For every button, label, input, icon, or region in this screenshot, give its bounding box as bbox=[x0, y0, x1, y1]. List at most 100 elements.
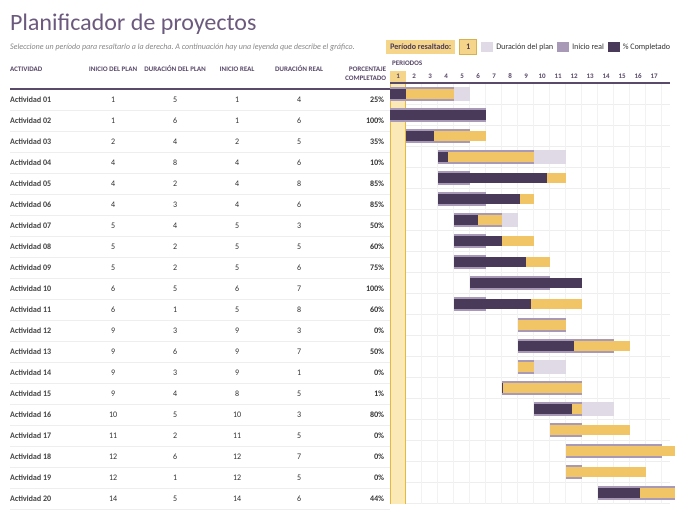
cell-plan-dur[interactable]: 3 bbox=[144, 200, 206, 210]
cell-real-dur[interactable]: 6 bbox=[268, 263, 330, 273]
cell-real-start[interactable]: 9 bbox=[206, 347, 268, 357]
cell-plan-dur[interactable]: 4 bbox=[144, 221, 206, 231]
cell-pct[interactable]: 0% bbox=[330, 452, 390, 462]
cell-real-dur[interactable]: 6 bbox=[268, 200, 330, 210]
cell-plan-start[interactable]: 1 bbox=[82, 116, 144, 126]
cell-pct[interactable]: 50% bbox=[330, 221, 390, 231]
table-row[interactable]: Actividad 021616100% bbox=[10, 111, 390, 132]
cell-real-dur[interactable]: 7 bbox=[268, 284, 330, 294]
cell-real-start[interactable]: 8 bbox=[206, 389, 268, 399]
cell-real-start[interactable]: 10 bbox=[206, 410, 268, 420]
cell-plan-dur[interactable]: 6 bbox=[144, 116, 206, 126]
cell-real-start[interactable]: 5 bbox=[206, 221, 268, 231]
cell-pct[interactable]: 100% bbox=[330, 116, 390, 126]
cell-plan-dur[interactable]: 4 bbox=[144, 389, 206, 399]
table-row[interactable]: Actividad 11615860% bbox=[10, 300, 390, 321]
cell-pct[interactable]: 60% bbox=[330, 242, 390, 252]
period-header-2[interactable]: 2 bbox=[406, 71, 422, 82]
period-header-13[interactable]: 13 bbox=[582, 71, 598, 82]
cell-real-dur[interactable]: 6 bbox=[268, 494, 330, 504]
cell-pct[interactable]: 100% bbox=[330, 284, 390, 294]
table-row[interactable]: Actividad 1493910% bbox=[10, 363, 390, 384]
period-header-14[interactable]: 14 bbox=[598, 71, 614, 82]
cell-real-start[interactable]: 5 bbox=[206, 263, 268, 273]
cell-plan-start[interactable]: 9 bbox=[82, 347, 144, 357]
table-row[interactable]: Actividad 09525675% bbox=[10, 258, 390, 279]
cell-plan-dur[interactable]: 5 bbox=[144, 494, 206, 504]
table-row[interactable]: Actividad 1610510380% bbox=[10, 405, 390, 426]
table-row[interactable]: Actividad 106567100% bbox=[10, 279, 390, 300]
table-row[interactable]: Actividad 01151425% bbox=[10, 90, 390, 111]
cell-plan-start[interactable]: 5 bbox=[82, 242, 144, 252]
cell-plan-dur[interactable]: 2 bbox=[144, 431, 206, 441]
table-row[interactable]: Actividad 2014514644% bbox=[10, 489, 390, 510]
cell-plan-start[interactable]: 4 bbox=[82, 200, 144, 210]
cell-real-dur[interactable]: 8 bbox=[268, 179, 330, 189]
cell-real-dur[interactable]: 6 bbox=[268, 158, 330, 168]
cell-pct[interactable]: 0% bbox=[330, 368, 390, 378]
cell-real-start[interactable]: 6 bbox=[206, 284, 268, 294]
cell-plan-dur[interactable]: 5 bbox=[144, 410, 206, 420]
cell-pct[interactable]: 44% bbox=[330, 494, 390, 504]
table-row[interactable]: Actividad 06434685% bbox=[10, 195, 390, 216]
cell-real-dur[interactable]: 5 bbox=[268, 389, 330, 399]
cell-plan-start[interactable]: 11 bbox=[82, 431, 144, 441]
cell-plan-start[interactable]: 9 bbox=[82, 326, 144, 336]
cell-pct[interactable]: 10% bbox=[330, 158, 390, 168]
period-header-1[interactable]: 1 bbox=[390, 71, 406, 82]
cell-real-dur[interactable]: 1 bbox=[268, 368, 330, 378]
cell-plan-dur[interactable]: 6 bbox=[144, 347, 206, 357]
cell-real-dur[interactable]: 3 bbox=[268, 221, 330, 231]
period-header-17[interactable]: 17 bbox=[646, 71, 662, 82]
cell-plan-start[interactable]: 5 bbox=[82, 221, 144, 231]
cell-real-start[interactable]: 2 bbox=[206, 137, 268, 147]
table-row[interactable]: Actividad 05424885% bbox=[10, 174, 390, 195]
cell-real-start[interactable]: 1 bbox=[206, 95, 268, 105]
cell-real-dur[interactable]: 5 bbox=[268, 137, 330, 147]
cell-real-dur[interactable]: 4 bbox=[268, 95, 330, 105]
period-header-7[interactable]: 7 bbox=[486, 71, 502, 82]
cell-plan-dur[interactable]: 1 bbox=[144, 473, 206, 483]
cell-real-dur[interactable]: 7 bbox=[268, 452, 330, 462]
cell-pct[interactable]: 50% bbox=[330, 347, 390, 357]
period-header-4[interactable]: 4 bbox=[438, 71, 454, 82]
table-row[interactable]: Actividad 171121150% bbox=[10, 426, 390, 447]
cell-plan-start[interactable]: 1 bbox=[82, 95, 144, 105]
cell-plan-start[interactable]: 5 bbox=[82, 263, 144, 273]
cell-plan-start[interactable]: 4 bbox=[82, 179, 144, 189]
cell-pct[interactable]: 35% bbox=[330, 137, 390, 147]
cell-plan-start[interactable]: 4 bbox=[82, 158, 144, 168]
cell-pct[interactable]: 80% bbox=[330, 410, 390, 420]
cell-real-start[interactable]: 12 bbox=[206, 452, 268, 462]
cell-real-start[interactable]: 12 bbox=[206, 473, 268, 483]
period-header-10[interactable]: 10 bbox=[534, 71, 550, 82]
cell-real-start[interactable]: 9 bbox=[206, 326, 268, 336]
table-row[interactable]: Actividad 13969750% bbox=[10, 342, 390, 363]
cell-plan-start[interactable]: 12 bbox=[82, 452, 144, 462]
cell-pct[interactable]: 0% bbox=[330, 326, 390, 336]
cell-plan-dur[interactable]: 5 bbox=[144, 95, 206, 105]
cell-pct[interactable]: 75% bbox=[330, 263, 390, 273]
cell-plan-dur[interactable]: 5 bbox=[144, 284, 206, 294]
cell-plan-dur[interactable]: 6 bbox=[144, 452, 206, 462]
cell-real-dur[interactable]: 3 bbox=[268, 410, 330, 420]
cell-plan-dur[interactable]: 2 bbox=[144, 263, 206, 273]
cell-plan-start[interactable]: 9 bbox=[82, 389, 144, 399]
cell-real-dur[interactable]: 5 bbox=[268, 242, 330, 252]
cell-pct[interactable]: 25% bbox=[330, 95, 390, 105]
table-row[interactable]: Actividad 191211250% bbox=[10, 468, 390, 489]
cell-pct[interactable]: 1% bbox=[330, 389, 390, 399]
cell-plan-start[interactable]: 6 bbox=[82, 284, 144, 294]
period-header-11[interactable]: 11 bbox=[550, 71, 566, 82]
table-row[interactable]: Actividad 1293930% bbox=[10, 321, 390, 342]
cell-real-start[interactable]: 4 bbox=[206, 200, 268, 210]
period-header-16[interactable]: 16 bbox=[630, 71, 646, 82]
cell-real-start[interactable]: 4 bbox=[206, 179, 268, 189]
cell-plan-start[interactable]: 6 bbox=[82, 305, 144, 315]
cell-pct[interactable]: 60% bbox=[330, 305, 390, 315]
period-header-9[interactable]: 9 bbox=[518, 71, 534, 82]
cell-pct[interactable]: 85% bbox=[330, 200, 390, 210]
table-row[interactable]: Actividad 181261270% bbox=[10, 447, 390, 468]
period-header-12[interactable]: 12 bbox=[566, 71, 582, 82]
cell-real-start[interactable]: 1 bbox=[206, 116, 268, 126]
